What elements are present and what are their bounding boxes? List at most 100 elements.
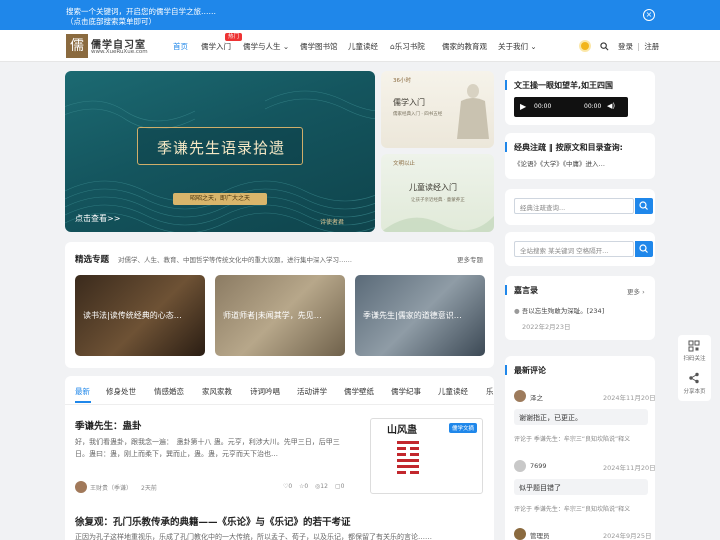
nav-item-children[interactable]: 儿童读经	[348, 41, 378, 52]
play-icon[interactable]: ▶	[520, 102, 526, 111]
site-logo[interactable]: 儒 儒学自习室 www.XueRuXue.com	[66, 34, 156, 58]
nav-item-about[interactable]: 关于我们 ⌄	[498, 41, 537, 52]
nav-item-home[interactable]: 首页	[173, 41, 188, 52]
nav-item-library[interactable]: 儒学图书馆	[300, 41, 338, 52]
commenter-name[interactable]: 管理员	[530, 530, 550, 540]
nav-item-life[interactable]: 儒学与人生 ⌄	[243, 41, 289, 52]
article-thumbnail[interactable]: 山风蛊 儒学文摘	[370, 418, 483, 494]
tab-wallpaper[interactable]: 儒学壁纸	[344, 386, 374, 397]
quotes-title: 嘉言录	[514, 286, 538, 295]
card-title: 儿童读经入门	[409, 183, 457, 192]
tab-family[interactable]: 家风家教	[202, 386, 232, 397]
quote-item[interactable]: ● 吾以忘生殉敢为深耻。[234]	[514, 305, 604, 315]
chevron-down-icon: ⌄	[280, 42, 290, 51]
tab-love-marriage[interactable]: 情感婚恋	[154, 386, 184, 397]
tab-divider	[65, 404, 494, 405]
promo-card-intro[interactable]: 36小时 儒学入门 儒家经典入门 · 四书五经	[381, 71, 494, 148]
promo-card-children[interactable]: 文明以止 儿童读经入门 让孩子亲近经典 · 童蒙养正	[381, 154, 494, 232]
hero-banner-title: 季谦先生语录拾遗	[156, 139, 285, 157]
top-search-banner[interactable]: 搜索一个关键词，开启您的儒学自学之旅…… （点击底部搜索菜单即可） ×	[0, 0, 720, 30]
commenter-name[interactable]: 泽之	[530, 392, 543, 402]
tab-poetry[interactable]: 诗词吟唱	[250, 386, 280, 397]
hero-slogan: 昭昭之天，即广大之天	[173, 193, 267, 205]
commenter-name[interactable]: 7699	[530, 462, 547, 470]
auth-separator: |	[637, 42, 640, 51]
comment-bubble: 似乎题目错了	[514, 479, 648, 495]
tab-events[interactable]: 活动讲学	[297, 386, 327, 397]
quote-dot-icon: ●	[514, 307, 520, 315]
hero-banner-frame: 季谦先生语录拾遗	[137, 127, 303, 165]
search-placeholder: 全站搜索 某关键词 空格隔开...	[520, 247, 609, 255]
confucius-figure-icon	[457, 84, 489, 139]
quote-text: 吾以忘生殉敢为深耻。[234]	[521, 307, 605, 315]
search-button[interactable]	[635, 198, 653, 214]
thumbnail-title: 山风蛊	[387, 425, 417, 436]
tab-latest[interactable]: 最新	[75, 386, 90, 397]
nav-item-about-label: 关于我们	[498, 42, 528, 51]
share-label: 分享本页	[683, 389, 706, 395]
tab-music[interactable]: 乐	[486, 386, 494, 397]
qr-code-icon[interactable]	[688, 340, 700, 352]
nav-item-life-label: 儒学与人生	[243, 42, 281, 51]
hexagram-line	[397, 471, 406, 474]
auth-links: 登录 | 注册	[618, 41, 659, 52]
topics-description: 对儒学、人生、教育、中国哲学等传统文化中的重大议题，进行集中深入学习……	[118, 256, 352, 264]
quote-date: 2022年2月23日	[522, 323, 571, 331]
audio-widget: 文王操一眼如望羊,如王四国 ▶ 00:00 00:00 ◀)	[505, 71, 655, 125]
card-title: 儒学入门	[393, 98, 425, 107]
classic-title: 经典注疏 ‖ 按原文和目录查询:	[514, 143, 623, 152]
comment-reference[interactable]: 评论于 季谦先生：牟宗三“良知坎陷说”释义	[514, 434, 630, 443]
hexagram-line	[397, 441, 419, 444]
comment-date: 2024年11月20日	[603, 464, 656, 472]
volume-icon[interactable]: ◀)	[607, 102, 615, 110]
audio-player[interactable]: ▶ 00:00 00:00 ◀)	[514, 97, 628, 117]
comment-date: 2024年11月20日	[603, 394, 656, 402]
tab-chronicle[interactable]: 儒学纪事	[391, 386, 421, 397]
article-excerpt: 好，我们看蛊卦，跟我念一遍： 蛊卦第十八 蛊。元亨，利涉大川。先甲三日，后甲三日…	[75, 438, 340, 458]
active-tab-indicator	[75, 401, 91, 403]
audio-title: 文王操一眼如望羊,如王四国	[514, 81, 614, 90]
search-button[interactable]	[635, 241, 653, 257]
avatar	[514, 460, 526, 472]
hexagram-line	[397, 459, 419, 462]
topic-label: 师道师者|未闻其学，先见…	[223, 311, 322, 320]
classic-search-widget: 经典注疏查询...	[505, 189, 655, 225]
quotes-more-label: 更多	[627, 288, 640, 296]
views-value: 12	[320, 483, 328, 490]
chevron-right-icon: ›	[640, 288, 645, 296]
theme-toggle-icon[interactable]	[581, 42, 589, 50]
share-icon[interactable]	[688, 372, 700, 384]
tab-children[interactable]: 儿童读经	[438, 386, 468, 397]
topic-card[interactable]: 读书法|读传统经典的心态…	[75, 275, 205, 356]
card-subtitle: 儒家经典入门 · 四书五经	[393, 112, 443, 117]
classic-search-input[interactable]: 经典注疏查询...	[514, 198, 653, 214]
audio-duration: 00:00	[584, 103, 602, 110]
hills-decoration	[381, 216, 494, 232]
site-search-input[interactable]: 全站搜索 某关键词 空格隔开...	[514, 241, 653, 257]
classic-links[interactable]: 《论语》《大学》《中庸》进入…	[514, 158, 605, 168]
article-title[interactable]: 徐复观：孔门乐教传承的典籍——《乐论》与《乐记》的若干考证	[75, 514, 351, 528]
hero-caption-link[interactable]: 点击查看>>	[75, 213, 120, 224]
nav-item-intro[interactable]: 儒学入门	[201, 41, 231, 52]
quotes-more-link[interactable]: 更多 ›	[627, 286, 645, 296]
topic-card[interactable]: 季谦先生|儒家的道德意识…	[355, 275, 485, 356]
likes-value: 0	[288, 483, 293, 490]
article-title[interactable]: 季谦先生：蛊卦	[75, 418, 142, 432]
close-icon[interactable]: ×	[643, 9, 655, 21]
topic-card[interactable]: 师道师者|未闻其学，先见…	[215, 275, 345, 356]
classic-query-widget: 经典注疏 ‖ 按原文和目录查询: 《论语》《大学》《中庸》进入…	[505, 133, 655, 179]
hexagram-line	[410, 447, 419, 450]
search-icon[interactable]	[600, 42, 609, 51]
topics-more-link[interactable]: 更多专题	[457, 254, 483, 264]
register-link[interactable]: 注册	[644, 42, 659, 51]
tab-self-cultivation[interactable]: 修身处世	[106, 386, 136, 397]
article-author[interactable]: 王财贵（季谦）	[90, 483, 132, 492]
nav-item-education[interactable]: 儒家的教育观	[442, 41, 487, 52]
nav-item-academy[interactable]: ⌂乐习书院	[390, 41, 425, 52]
hexagram-line	[397, 465, 419, 468]
latest-comments-widget: 最新评论 泽之 2024年11月20日 谢谢指正，已更正。 评论于 季谦先生：牟…	[505, 356, 656, 540]
comment-reference[interactable]: 评论于 季谦先生：牟宗三“良知坎陷说”释义	[514, 504, 630, 513]
hero-carousel[interactable]: 季谦先生语录拾遗 昭昭之天，即广大之天 点击查看>> 诗使者君	[65, 71, 375, 232]
login-link[interactable]: 登录	[618, 42, 633, 51]
section-marker	[505, 365, 507, 375]
